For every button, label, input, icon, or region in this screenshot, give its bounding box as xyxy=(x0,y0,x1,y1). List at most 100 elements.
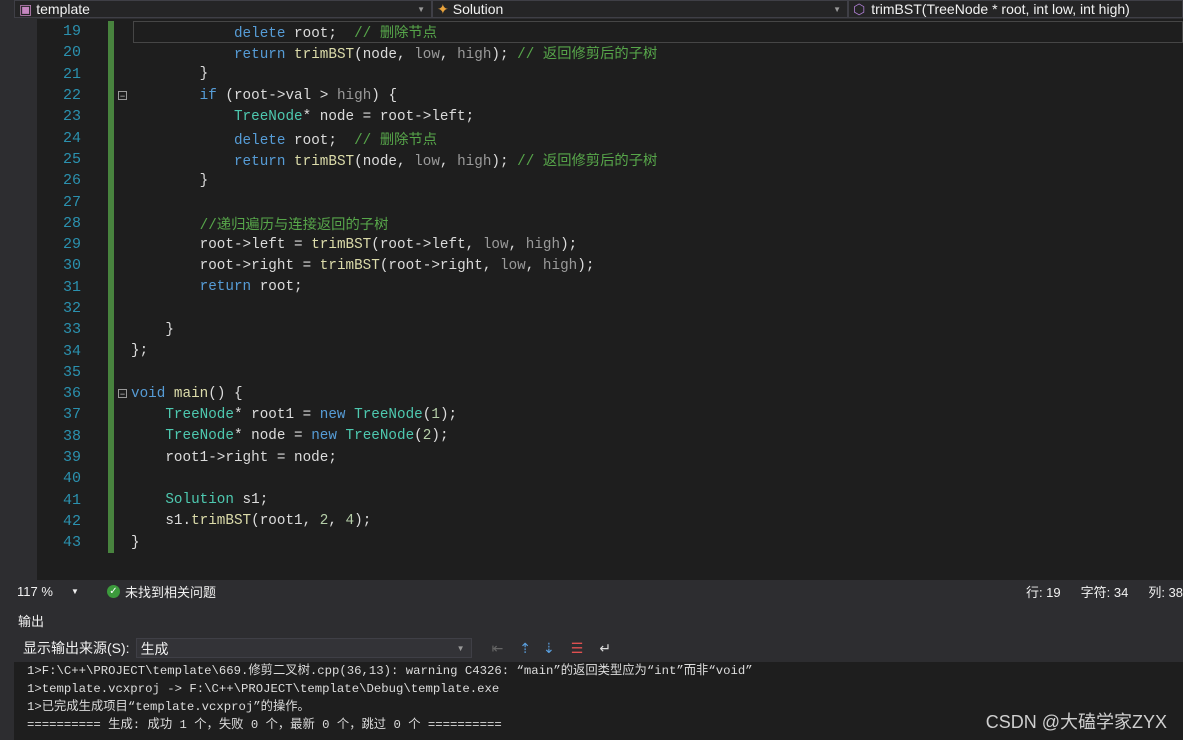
code-token: // 删除节点 xyxy=(354,26,438,43)
line-number: 43 xyxy=(62,534,81,552)
code-text: } xyxy=(131,535,140,551)
previous-message-icon[interactable]: ⇡ xyxy=(519,640,531,657)
code-token: trimBST xyxy=(191,513,252,530)
code-token: , xyxy=(482,257,500,274)
line-number: 32 xyxy=(62,300,81,317)
code-token: root-> xyxy=(131,236,252,253)
code-text: TreeNode* node = new TreeNode(2); xyxy=(131,428,448,444)
line-number: 24 xyxy=(62,129,81,147)
code-text: return root; xyxy=(131,279,303,295)
code-token: root1-> xyxy=(131,449,226,466)
code-line: 38 TreeNode* node = new TreeNode(2); xyxy=(37,425,449,447)
code-editor[interactable]: 19 delete root; // 删除节点 20 return trimBST… xyxy=(37,19,1183,580)
output-toolbar: 显示输出来源(S): 生成 ▼ ⇤ ⇡ ⇣ ☰ ↵ xyxy=(14,634,1183,662)
line-number: 23 xyxy=(62,108,81,126)
code-token: root; xyxy=(285,132,355,149)
code-line: 19 delete root; // 删除节点 xyxy=(37,21,437,43)
code-token: return xyxy=(199,279,252,296)
code-token: } xyxy=(131,172,209,189)
chevron-down-icon: ▼ xyxy=(417,4,425,14)
change-marker xyxy=(108,63,114,85)
code-token: left xyxy=(431,236,466,253)
member-dropdown[interactable]: ⬡ trimBST(TreeNode * root, int low, int h… xyxy=(848,0,1183,18)
code-line: 31 return root; xyxy=(37,276,303,298)
line-number: 26 xyxy=(62,172,81,190)
code-token: > xyxy=(311,87,337,104)
code-token: trimBST xyxy=(311,236,372,253)
code-line: 23 TreeNode* node = root->left; xyxy=(37,106,474,128)
change-marker xyxy=(108,127,114,149)
line-number: 36 xyxy=(62,385,81,403)
code-text: root->right = trimBST(root->right, low, … xyxy=(131,257,595,274)
editor-status-bar: 117 % ▼ ✓ 未找到相关问题 行: 19 字符: 34 列: 38 xyxy=(14,580,1183,602)
code-token: = xyxy=(294,257,320,274)
check-icon: ✓ xyxy=(107,584,120,598)
line-number: 41 xyxy=(62,491,81,509)
line-number: 27 xyxy=(62,193,81,211)
code-token: = node; xyxy=(268,449,337,466)
change-marker xyxy=(108,319,114,341)
chevron-down-icon: ▼ xyxy=(833,4,841,14)
line-number: 42 xyxy=(62,512,81,530)
collapse-icon[interactable]: − xyxy=(118,389,127,399)
code-token: (root-> xyxy=(379,257,440,274)
code-token: delete xyxy=(233,132,286,149)
chevron-down-icon: ▼ xyxy=(456,644,465,653)
change-marker xyxy=(108,255,114,277)
change-marker xyxy=(108,276,114,298)
code-token: root; xyxy=(285,26,355,43)
change-marker xyxy=(108,84,114,107)
change-marker xyxy=(108,489,114,511)
class-dropdown[interactable]: ✦ Solution ▼ xyxy=(432,0,848,18)
code-line: 33 } xyxy=(37,319,174,341)
collapse-icon[interactable]: − xyxy=(118,91,127,101)
word-wrap-icon[interactable]: ↵ xyxy=(599,640,611,657)
code-token: , xyxy=(328,513,346,530)
code-line: 28 //递归遍历与连接返回的子树 xyxy=(37,212,388,234)
code-token: delete xyxy=(233,26,286,43)
code-line: 21 } xyxy=(37,63,208,85)
code-token: , xyxy=(439,153,458,170)
line-number: 37 xyxy=(62,406,81,424)
next-message-icon[interactable]: ⇣ xyxy=(543,640,555,657)
change-marker xyxy=(108,170,114,192)
zoom-level[interactable]: 117 % xyxy=(14,584,71,599)
output-source-dropdown[interactable]: 生成 ▼ xyxy=(135,638,472,658)
change-marker xyxy=(108,532,114,554)
change-marker xyxy=(108,148,114,171)
code-text: root1->right = node; xyxy=(131,450,337,466)
code-token: TreeNode xyxy=(354,406,423,423)
code-token: } xyxy=(131,534,140,551)
line-number: 39 xyxy=(62,449,81,467)
chevron-down-icon[interactable]: ▼ xyxy=(71,587,107,596)
code-token: right xyxy=(225,449,269,466)
output-panel-title: 输出 xyxy=(14,610,1183,634)
code-token: main xyxy=(173,385,209,402)
clear-all-icon[interactable]: ☰ xyxy=(571,640,584,657)
go-to-line-icon[interactable]: ⇤ xyxy=(492,640,504,657)
issues-status[interactable]: 未找到相关问题 xyxy=(125,582,1026,601)
column-indicator: 列: 38 xyxy=(1148,584,1183,600)
code-line: 24 delete root; // 删除节点 xyxy=(37,127,437,149)
code-line: 36 − void main() { xyxy=(37,383,243,405)
code-token: s1. xyxy=(131,513,192,530)
code-token: ); xyxy=(491,47,518,64)
code-text: if (root->val > high) { xyxy=(131,88,397,104)
member-name: trimBST(TreeNode * root, int low, int hi… xyxy=(871,1,1130,17)
code-token: val xyxy=(285,87,312,104)
project-dropdown[interactable]: ▣ template ▼ xyxy=(14,0,432,18)
code-line: 30 root->right = trimBST(root->right, lo… xyxy=(37,255,594,277)
line-number: 34 xyxy=(62,342,81,360)
line-number: 35 xyxy=(62,363,81,381)
output-source-value: 生成 xyxy=(140,641,169,657)
project-name: template xyxy=(36,1,90,17)
code-token: root-> xyxy=(131,257,252,274)
